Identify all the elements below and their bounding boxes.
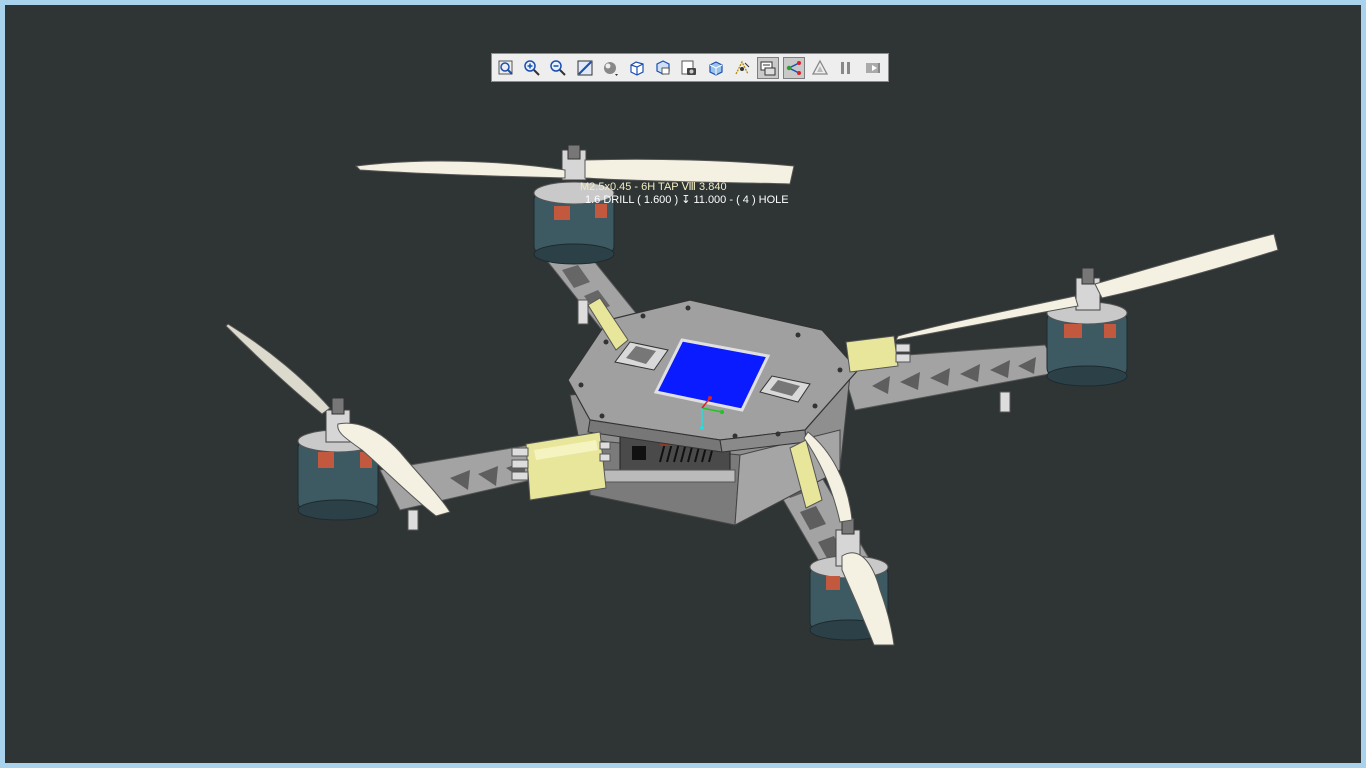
esc-left [511, 431, 611, 501]
3d-viewport[interactable]: M2.5x0.45 - 6H TAP Ⅷ 3.840 1.6 DRILL ( 1… [5, 5, 1361, 763]
drone-model[interactable] [5, 5, 1361, 763]
annotation-tap-callout: M2.5x0.45 - 6H TAP Ⅷ 3.840 [580, 181, 727, 193]
hole-annotation[interactable]: M2.5x0.45 - 6H TAP Ⅷ 3.840 1.6 DRILL ( 1… [580, 181, 789, 207]
motor-left [297, 397, 379, 521]
annotation-drill-callout: 1.6 DRILL ( 1.600 ) ↧ 11.000 - ( 4 ) HOL… [585, 194, 789, 206]
